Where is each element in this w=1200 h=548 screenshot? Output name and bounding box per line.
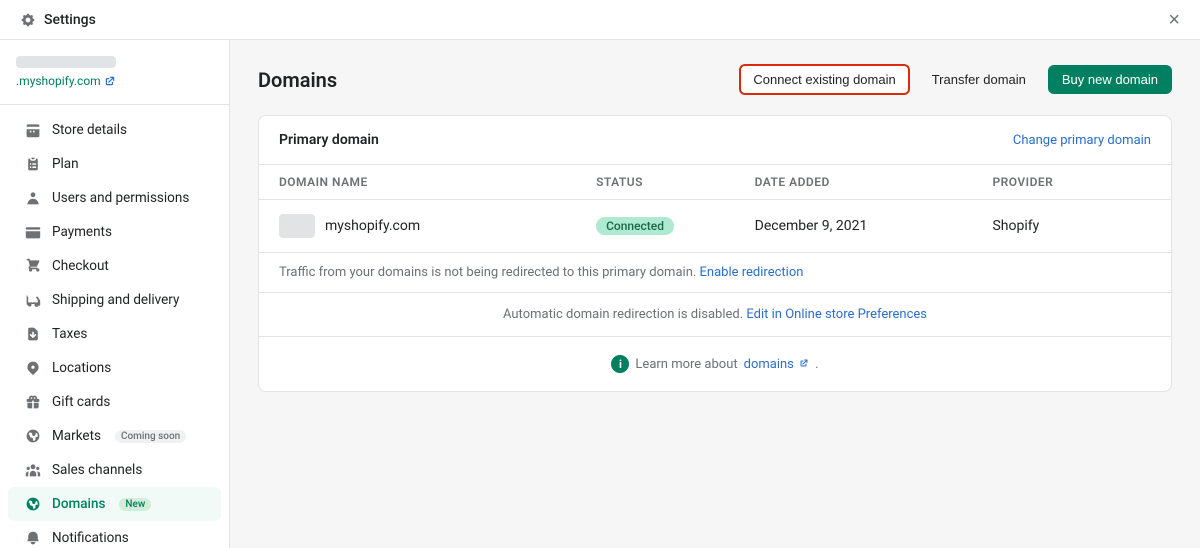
- traffic-notice-row: Traffic from your domains is not being r…: [259, 253, 1171, 293]
- taxes-icon: [24, 325, 42, 343]
- settings-modal: Settings × .myshopify.com: [0, 0, 1200, 548]
- location-icon: [24, 359, 42, 377]
- col-provider: Provider: [992, 175, 1151, 189]
- sidebar-item-label: Users and permissions: [52, 190, 189, 206]
- store-name-bar: [16, 56, 116, 68]
- sidebar: .myshopify.com Store details: [0, 40, 230, 548]
- markets-icon: [24, 427, 42, 445]
- redirect-disabled-text: Automatic domain redirection is disabled…: [503, 307, 743, 322]
- table-header: Domain Name Status Date added Provider: [259, 165, 1171, 200]
- store-info: .myshopify.com: [0, 56, 229, 105]
- sidebar-item-shipping[interactable]: Shipping and delivery: [8, 283, 221, 317]
- edit-link-text: Edit in Online store Preferences: [746, 307, 927, 322]
- domains-icon: [24, 495, 42, 513]
- topbar-title-group: Settings: [20, 12, 96, 28]
- sidebar-item-payments[interactable]: Payments: [8, 215, 221, 249]
- external-link-icon: [104, 75, 116, 87]
- gear-icon: [20, 12, 36, 28]
- sidebar-item-users[interactable]: Users and permissions: [8, 181, 221, 215]
- close-button[interactable]: ×: [1168, 10, 1180, 30]
- coming-soon-badge: Coming soon: [115, 430, 186, 443]
- gift-icon: [24, 393, 42, 411]
- page-header: Domains Connect existing domain Transfer…: [258, 64, 1172, 95]
- users-icon: [24, 189, 42, 207]
- settings-title: Settings: [44, 12, 96, 28]
- sidebar-item-label: Locations: [52, 360, 111, 376]
- learn-more-text: Learn more about: [635, 357, 737, 372]
- domains-learn-more-link[interactable]: domains: [744, 357, 810, 372]
- col-status: Status: [596, 175, 755, 189]
- change-primary-domain-link[interactable]: Change primary domain: [1013, 133, 1151, 148]
- learn-more-section: i Learn more about domains .: [259, 337, 1171, 391]
- checkout-icon: [24, 257, 42, 275]
- new-badge: New: [119, 498, 151, 511]
- connect-existing-domain-button[interactable]: Connect existing domain: [739, 64, 909, 95]
- sidebar-item-domains[interactable]: Domains New: [8, 487, 221, 521]
- sidebar-item-label: Domains: [52, 496, 105, 512]
- external-link-small-icon: [799, 358, 809, 368]
- sidebar-item-locations[interactable]: Locations: [8, 351, 221, 385]
- card-header: Primary domain Change primary domain: [259, 116, 1171, 165]
- sidebar-item-markets[interactable]: Markets Coming soon: [8, 419, 221, 453]
- page-title: Domains: [258, 68, 337, 92]
- sidebar-item-notifications[interactable]: Notifications: [8, 521, 221, 548]
- enable-redirection-link[interactable]: Enable redirection: [700, 265, 804, 280]
- sidebar-item-label: Store details: [52, 122, 127, 138]
- transfer-domain-button[interactable]: Transfer domain: [920, 66, 1038, 93]
- store-icon: [24, 121, 42, 139]
- sidebar-item-plan[interactable]: Plan: [8, 147, 221, 181]
- provider-cell: Shopify: [992, 218, 1151, 234]
- content-area: .myshopify.com Store details: [0, 40, 1200, 548]
- sales-icon: [24, 461, 42, 479]
- primary-domain-title: Primary domain: [279, 132, 379, 148]
- date-cell: December 9, 2021: [755, 218, 993, 234]
- store-url-text: .myshopify.com: [16, 74, 101, 88]
- topbar: Settings ×: [0, 0, 1200, 40]
- domain-avatar: [279, 214, 315, 238]
- sidebar-item-label: Payments: [52, 224, 112, 240]
- table-row: myshopify.com Connected December 9, 2021…: [259, 200, 1171, 253]
- sidebar-item-label: Sales channels: [52, 462, 142, 478]
- nav-list: Store details Plan Users and permissions: [0, 105, 229, 548]
- redirect-notice: Automatic domain redirection is disabled…: [259, 293, 1171, 337]
- sidebar-item-checkout[interactable]: Checkout: [8, 249, 221, 283]
- primary-domain-card: Primary domain Change primary domain Dom…: [258, 115, 1172, 392]
- col-domain-name: Domain Name: [279, 175, 596, 189]
- sidebar-item-label: Plan: [52, 156, 79, 172]
- edit-online-store-link[interactable]: Edit in Online store Preferences: [746, 307, 927, 322]
- sidebar-item-label: Shipping and delivery: [52, 292, 179, 308]
- payments-icon: [24, 223, 42, 241]
- shipping-icon: [24, 291, 42, 309]
- main-content: Domains Connect existing domain Transfer…: [230, 40, 1200, 548]
- sidebar-item-label: Gift cards: [52, 394, 110, 410]
- domain-name: myshopify.com: [325, 218, 420, 234]
- sidebar-item-label: Checkout: [52, 258, 109, 274]
- domains-link-text: domains: [744, 357, 794, 372]
- domain-cell: myshopify.com: [279, 214, 596, 238]
- col-date: Date added: [755, 175, 993, 189]
- store-url-link[interactable]: .myshopify.com: [16, 74, 213, 88]
- sidebar-item-gift-cards[interactable]: Gift cards: [8, 385, 221, 419]
- sidebar-item-taxes[interactable]: Taxes: [8, 317, 221, 351]
- plan-icon: [24, 155, 42, 173]
- header-actions: Connect existing domain Transfer domain …: [739, 64, 1172, 95]
- sidebar-item-label: Taxes: [52, 326, 87, 342]
- status-cell: Connected: [596, 217, 755, 235]
- sidebar-item-label: Notifications: [52, 530, 129, 546]
- notifications-icon: [24, 529, 42, 547]
- sidebar-item-sales-channels[interactable]: Sales channels: [8, 453, 221, 487]
- sidebar-item-store-details[interactable]: Store details: [8, 113, 221, 147]
- traffic-notice-text: Traffic from your domains is not being r…: [279, 265, 696, 280]
- sidebar-item-label: Markets: [52, 428, 101, 444]
- learn-more-period: .: [815, 357, 818, 372]
- status-badge: Connected: [596, 217, 674, 235]
- info-icon: i: [611, 355, 629, 373]
- buy-new-domain-button[interactable]: Buy new domain: [1048, 65, 1172, 94]
